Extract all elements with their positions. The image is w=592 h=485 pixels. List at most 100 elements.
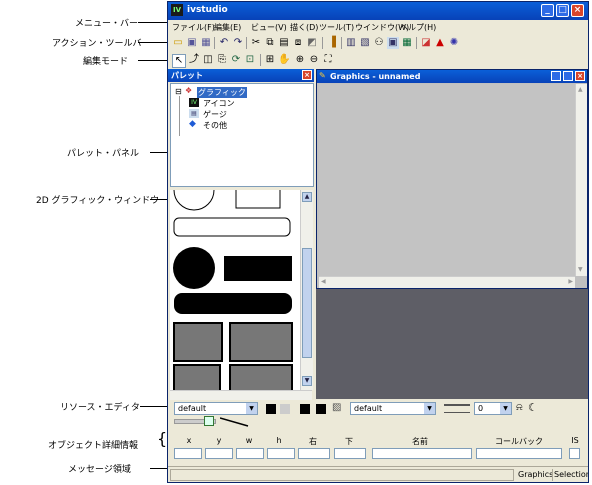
- edit-icon[interactable]: ◪: [420, 37, 432, 49]
- paste-icon[interactable]: ▤: [278, 37, 290, 49]
- w-field[interactable]: [236, 448, 264, 459]
- graphics-maximize-button[interactable]: [563, 71, 573, 81]
- zoom-out-icon[interactable]: ⊖: [308, 54, 320, 66]
- menu-edit[interactable]: 編集(E): [214, 22, 241, 33]
- fit-icon[interactable]: ⛶: [322, 54, 334, 66]
- graphics-vscrollbar[interactable]: ▲ ▼: [575, 84, 587, 276]
- tree-item-graphics[interactable]: グラフィック: [197, 87, 247, 98]
- inspector-icon[interactable]: ▦: [401, 37, 413, 49]
- layers-icon[interactable]: ▐: [326, 37, 338, 49]
- stroke-color-swatch[interactable]: [316, 404, 326, 414]
- test-mode-icon[interactable]: ▣: [387, 37, 399, 49]
- graphics-canvas[interactable]: [319, 84, 575, 276]
- tree-item-other[interactable]: その他: [203, 120, 227, 131]
- minimize-button[interactable]: _: [541, 4, 554, 17]
- column-callback: コールバック: [495, 437, 543, 446]
- column-is: IS: [571, 436, 579, 445]
- chevron-down-icon[interactable]: ▼: [424, 403, 435, 414]
- connect-icon[interactable]: ⊡: [244, 54, 256, 66]
- multi-select-icon[interactable]: ⤴: [188, 54, 200, 66]
- group-icon[interactable]: ⚇: [373, 37, 385, 49]
- filled-circle-shape[interactable]: [173, 247, 215, 289]
- undo-icon[interactable]: ↶: [218, 37, 230, 49]
- callout-message: メッセージ領域: [68, 465, 131, 475]
- graphics-hscrollbar[interactable]: ◀ ▶: [319, 276, 575, 288]
- maximize-button[interactable]: □: [556, 4, 569, 17]
- callout-palette: パレット・パネル: [67, 149, 140, 159]
- moon-icon[interactable]: ☾: [528, 401, 538, 414]
- h-field[interactable]: [267, 448, 295, 459]
- settings-icon[interactable]: ✺: [448, 37, 460, 49]
- arc-shape[interactable]: [173, 190, 215, 211]
- menu-view[interactable]: ビュー(V): [251, 22, 287, 33]
- scroll-up-icon[interactable]: ▲: [302, 192, 312, 202]
- resize-icon[interactable]: ◫: [202, 54, 214, 66]
- rounded-rect-outline-shape[interactable]: [173, 217, 291, 237]
- pattern-select[interactable]: default ▼: [350, 402, 436, 415]
- fill-color-swatch[interactable]: [300, 404, 310, 414]
- open-icon[interactable]: ▭: [172, 37, 184, 49]
- line-style-icon[interactable]: [444, 404, 470, 413]
- menu-tools[interactable]: ツール(T): [319, 22, 354, 33]
- scroll-right-icon[interactable]: ▶: [568, 278, 573, 285]
- cut-icon[interactable]: ✂: [250, 37, 262, 49]
- x-field[interactable]: [174, 448, 202, 459]
- tree-item-gauges[interactable]: ゲージ: [203, 109, 227, 120]
- resource-editor: default ▼ ▨ default ▼ 0 ▼ ⍾ ☾: [168, 400, 588, 430]
- graphics-close-button[interactable]: ×: [575, 71, 585, 81]
- tree-item-icons[interactable]: アイコン: [203, 98, 235, 109]
- chevron-down-icon[interactable]: ▼: [500, 403, 511, 414]
- line-width-select[interactable]: 0 ▼: [474, 402, 512, 415]
- tree-expander-icon[interactable]: ⊟: [175, 87, 182, 96]
- eraser-icon[interactable]: ◩: [306, 37, 318, 49]
- chevron-down-icon[interactable]: ▼: [246, 403, 257, 414]
- scroll-up-icon[interactable]: ▲: [578, 86, 583, 93]
- name-field[interactable]: [372, 448, 472, 459]
- is-checkbox[interactable]: [569, 448, 580, 459]
- bottom-field[interactable]: [334, 448, 366, 459]
- shadow-rect-shape[interactable]: [173, 364, 221, 390]
- duplicate-icon[interactable]: ⧈: [292, 37, 304, 49]
- rotate-icon[interactable]: ⟳: [230, 54, 242, 66]
- grid-icon[interactable]: ▥: [345, 37, 357, 49]
- palette-close-icon[interactable]: ×: [302, 70, 312, 80]
- save-icon[interactable]: ▣: [186, 37, 198, 49]
- redo-icon[interactable]: ↷: [232, 37, 244, 49]
- right-field[interactable]: [298, 448, 330, 459]
- select-arrow-icon[interactable]: ↖: [172, 54, 186, 68]
- menu-file[interactable]: ファイル(F): [172, 22, 215, 33]
- background-color-swatch[interactable]: [280, 404, 290, 414]
- scroll-thumb[interactable]: [302, 248, 312, 358]
- foreground-color-swatch[interactable]: [266, 404, 276, 414]
- callback-field[interactable]: [476, 448, 562, 459]
- arrow-head-icon[interactable]: ⍾: [516, 402, 523, 413]
- palette-scrollbar[interactable]: ▲ ▼: [300, 190, 313, 390]
- warning-icon[interactable]: ▲: [434, 37, 446, 49]
- filled-rect-shape[interactable]: [224, 256, 292, 281]
- panel-icon[interactable]: ▧: [359, 37, 371, 49]
- menu-draw[interactable]: 描く(D): [290, 22, 318, 33]
- callout-line: [138, 60, 170, 61]
- menu-help[interactable]: ヘルプ(H): [400, 22, 436, 33]
- zoom-in-icon[interactable]: ⊕: [294, 54, 306, 66]
- y-field[interactable]: [205, 448, 233, 459]
- app-logo: IV: [171, 4, 183, 16]
- link-icon[interactable]: ⎘: [216, 54, 228, 66]
- filled-rounded-rect-shape[interactable]: [174, 293, 292, 314]
- close-button[interactable]: ×: [571, 4, 584, 17]
- copy-icon[interactable]: ⧉: [264, 37, 276, 49]
- shadow-rect-shape[interactable]: [173, 322, 223, 362]
- scroll-down-icon[interactable]: ▼: [302, 376, 312, 386]
- scroll-left-icon[interactable]: ◀: [321, 278, 326, 285]
- scroll-down-icon[interactable]: ▼: [578, 266, 583, 273]
- rect-outline-shape[interactable]: [235, 190, 281, 209]
- pattern-icon[interactable]: ▨: [332, 402, 341, 413]
- shadow-rect-shape[interactable]: [229, 322, 293, 362]
- font-select[interactable]: default ▼: [174, 402, 258, 415]
- graphics-minimize-button[interactable]: [551, 71, 561, 81]
- shadow-rect-shape[interactable]: [229, 364, 293, 390]
- save-all-icon[interactable]: ▦: [200, 37, 212, 49]
- slider-thumb[interactable]: [204, 416, 214, 426]
- zoom-box-icon[interactable]: ⊞: [264, 54, 276, 66]
- pan-hand-icon[interactable]: ✋: [278, 54, 290, 66]
